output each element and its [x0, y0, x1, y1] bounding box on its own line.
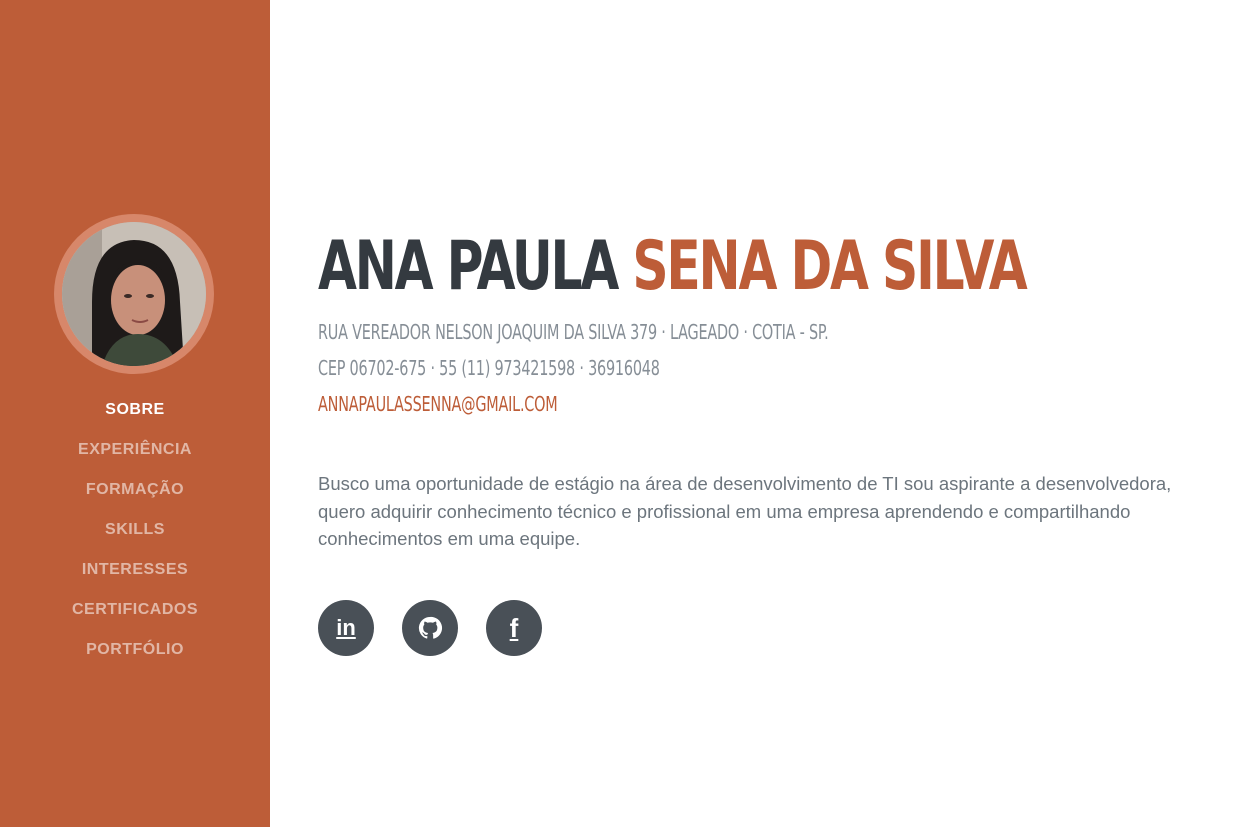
- last-name: SENA DA SILVA: [632, 227, 1027, 306]
- github-button[interactable]: [402, 600, 458, 656]
- nav-link-certificados[interactable]: CERTIFICADOS: [72, 601, 198, 618]
- nav-item-portfolio[interactable]: PORTFÓLIO: [0, 640, 270, 680]
- github-icon: [418, 616, 443, 639]
- nav-link-formacao[interactable]: FORMAÇÃO: [86, 481, 184, 498]
- nav-item-experiencia[interactable]: EXPERIÊNCIA: [0, 440, 270, 480]
- profile-photo-image: [62, 222, 206, 366]
- social-links: in f: [318, 600, 542, 656]
- nav-item-interesses[interactable]: INTERESSES: [0, 560, 270, 600]
- facebook-icon: f: [509, 612, 519, 643]
- nav-link-interesses[interactable]: INTERESSES: [82, 561, 188, 578]
- nav-item-formacao[interactable]: FORMAÇÃO: [0, 480, 270, 520]
- email-link[interactable]: ANNAPAULASSENNA@GMAIL.COM: [318, 392, 558, 416]
- nav-link-skills[interactable]: SKILLS: [105, 521, 165, 538]
- nav-link-sobre[interactable]: SOBRE: [105, 401, 164, 418]
- about-text: Busco uma oportunidade de estágio na áre…: [318, 473, 1172, 549]
- nav-item-certificados[interactable]: CERTIFICADOS: [0, 600, 270, 640]
- contact-line: CEP 06702-675 · 55 (11) 973421598 · 3691…: [318, 356, 660, 380]
- linkedin-button[interactable]: in: [318, 600, 374, 656]
- avatar-frame: [54, 214, 214, 374]
- nav-item-skills[interactable]: SKILLS: [0, 520, 270, 560]
- nav-link-experiencia[interactable]: EXPERIÊNCIA: [78, 441, 192, 458]
- avatar: [62, 222, 206, 366]
- first-name: ANA PAULA: [318, 227, 619, 306]
- nav-item-sobre[interactable]: SOBRE: [0, 400, 270, 440]
- sidebar-nav: SOBRE EXPERIÊNCIA FORMAÇÃO SKILLS INTERE…: [0, 400, 270, 680]
- facebook-button[interactable]: f: [486, 600, 542, 656]
- linkedin-icon: in: [336, 615, 356, 640]
- address-line: RUA VEREADOR NELSON JOAQUIM DA SILVA 379…: [318, 320, 829, 344]
- page-title: ANA PAULA SENA DA SILVA: [318, 222, 1028, 312]
- nav-link-portfolio[interactable]: PORTFÓLIO: [86, 641, 184, 658]
- sidebar: SOBRE EXPERIÊNCIA FORMAÇÃO SKILLS INTERE…: [0, 0, 270, 827]
